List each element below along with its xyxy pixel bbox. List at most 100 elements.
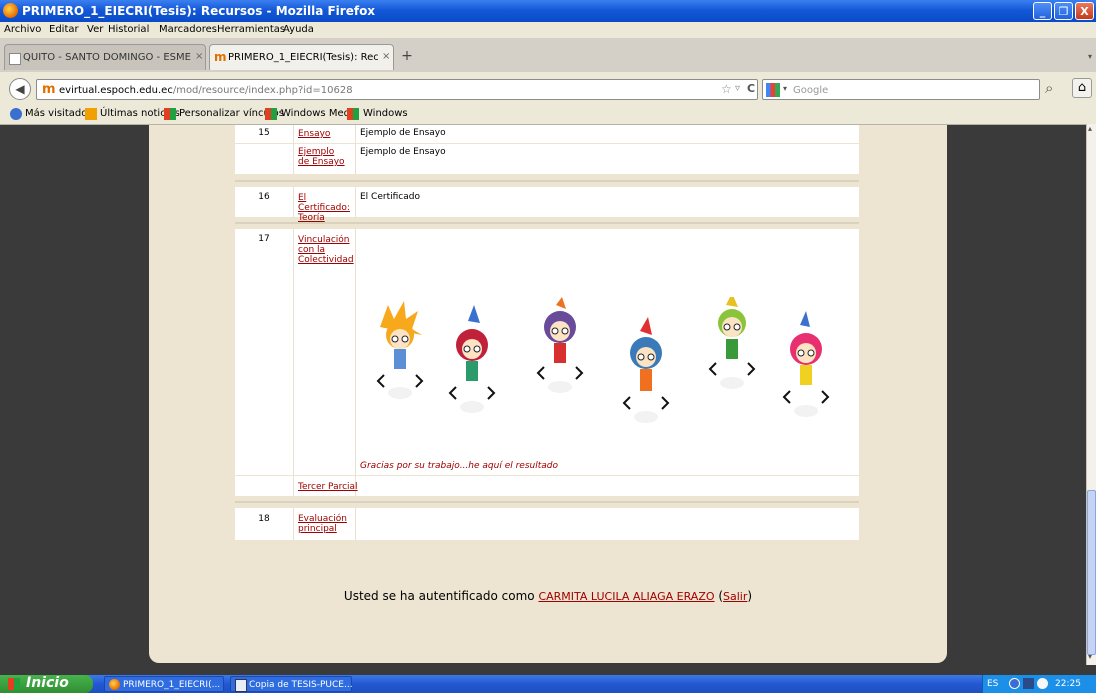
system-tray: ES 22:25 [982, 675, 1096, 693]
language-indicator[interactable]: ES [987, 679, 998, 689]
minimize-button[interactable]: _ [1033, 2, 1052, 20]
google-icon [766, 83, 780, 97]
scrollbar-thumb[interactable] [1087, 490, 1096, 655]
logout-link[interactable]: Salir [723, 590, 747, 603]
topic-number: 15 [258, 128, 270, 138]
taskbar-item-label: Copia de TESIS-PUCE... [249, 680, 353, 690]
kid-figure-6 [782, 311, 830, 417]
home-icon[interactable]: ⌂ [1072, 78, 1092, 98]
dropdown-icon[interactable]: ▿ [735, 83, 740, 94]
firefox-icon [109, 679, 120, 690]
taskbar-item-firefox[interactable]: PRIMERO_1_EIECRI(... [104, 676, 224, 692]
menu-ver[interactable]: Ver [87, 24, 103, 35]
menu-editar[interactable]: Editar [49, 24, 79, 35]
image-caption: Gracias por su trabajo...he aquí el resu… [360, 461, 558, 471]
url-bar[interactable]: m evirtual.espoch.edu.ec/mod/resource/in… [36, 79, 758, 100]
taskbar-item-label: PRIMERO_1_EIECRI(... [123, 680, 221, 690]
network-icon[interactable] [1023, 678, 1034, 689]
bookmark-mas-visitados[interactable]: Más visitados [25, 108, 93, 119]
kid-figure-5 [708, 297, 756, 389]
windows-logo-icon [8, 678, 20, 690]
section-separator [235, 222, 859, 224]
search-placeholder: Google [793, 85, 829, 96]
kid-figure-3 [536, 297, 584, 393]
window-title: PRIMERO_1_EIECRI(Tesis): Recursos - Mozi… [22, 4, 376, 18]
tab-quito-label: QUITO - SANTO DOMINGO - ESMERALDA... [23, 52, 191, 63]
new-tab-button[interactable]: + [398, 48, 416, 66]
resource-description: Ejemplo de Ensayo [360, 147, 446, 157]
document-icon [235, 679, 247, 692]
menu-archivo[interactable]: Archivo [4, 24, 41, 35]
section-separator [235, 180, 859, 182]
resource-link-ensayo[interactable]: Ensayo [298, 129, 330, 139]
url-host: evirtual.espoch.edu.ec [59, 85, 173, 96]
menu-ayuda[interactable]: Ayuda [283, 24, 314, 35]
search-engine-dropdown-icon[interactable]: ▾ [783, 84, 787, 93]
taskbar-item-document[interactable]: Copia de TESIS-PUCE... [230, 676, 353, 692]
windows-flag-icon [265, 108, 277, 120]
back-arrow-icon[interactable]: ◀ [9, 78, 31, 100]
taskbar: Inicio PRIMERO_1_EIECRI(... Copia de TES… [0, 675, 1096, 693]
star-icon[interactable]: ☆ [721, 82, 732, 96]
resource-link-vinculacion-colectividad[interactable]: Vinculación con la Colectividad [298, 235, 356, 265]
tray-arrow-icon[interactable] [1009, 678, 1020, 689]
start-label: Inicio [26, 675, 69, 691]
tab-quito-close-icon[interactable]: × [195, 51, 203, 62]
windows-flag-icon [164, 108, 176, 120]
rss-icon [85, 108, 97, 120]
resource-link-certificado-teoria[interactable]: El Certificado: Teoría [298, 193, 354, 223]
kid-figure-4 [622, 317, 670, 423]
search-box[interactable]: ▾ Google [762, 79, 1040, 100]
page-viewport: 15 Ensayo Ejemplo de Ensayo Ejemplo de E… [0, 125, 1086, 665]
menu-historial[interactable]: Historial [108, 24, 149, 35]
menu-marcadores[interactable]: Marcadores [159, 24, 217, 35]
site-favicon-icon: m [42, 82, 56, 97]
start-button[interactable]: Inicio [0, 675, 93, 693]
topic-number: 18 [258, 514, 270, 524]
resource-description: El Certificado [360, 192, 420, 202]
window-title-bar[interactable]: PRIMERO_1_EIECRI(Tesis): Recursos - Mozi… [0, 0, 1096, 22]
tab-list-icon[interactable]: ▾ [1088, 52, 1092, 61]
resource-description: Ejemplo de Ensayo [360, 128, 446, 138]
section-separator [235, 501, 859, 503]
table-row: Ejemplo de Ensayo Ejemplo de Ensayo [235, 144, 859, 174]
firefox-icon [3, 3, 18, 18]
clock-tray-icon[interactable] [1037, 678, 1048, 689]
tab-primero-recursos[interactable]: m PRIMERO_1_EIECRI(Tesis): Recursos × [209, 44, 394, 70]
login-prefix: Usted se ha autentificado como [343, 589, 539, 603]
table-row: 18 Evaluación principal [235, 508, 859, 540]
resource-link-tercer-parcial[interactable]: Tercer Parcial [298, 482, 358, 492]
table-row: 17 Vinculación con la Colectividad Graci… [235, 229, 859, 475]
kid-figure-2 [448, 305, 496, 413]
resource-link-evaluacion-principal[interactable]: Evaluación principal [298, 514, 348, 534]
resource-link-ejemplo-ensayo[interactable]: Ejemplo de Ensayo [298, 147, 348, 167]
kids-illustration [376, 297, 830, 423]
menu-bar: Archivo Editar Ver Historial Marcadores … [0, 22, 1096, 38]
table-row: Tercer Parcial [235, 476, 859, 496]
bookmarks-bar: Más visitados Últimas noticias Personali… [0, 104, 1096, 125]
login-info: Usted se ha autentificado como CARMITA L… [149, 589, 947, 603]
windows-flag-icon [347, 108, 359, 120]
most-visited-icon [10, 108, 22, 120]
scroll-up-icon[interactable]: ▴ [1088, 124, 1092, 133]
bookmark-windows[interactable]: Windows [363, 108, 408, 119]
tab-quito[interactable]: QUITO - SANTO DOMINGO - ESMERALDA... × [4, 44, 206, 70]
clock-time: 22:25 [1055, 679, 1081, 689]
user-profile-link[interactable]: CARMITA LUCILA ALIAGA ERAZO [538, 590, 714, 603]
topic-number: 16 [258, 192, 270, 202]
table-row: 15 Ensayo Ejemplo de Ensayo [235, 125, 859, 143]
close-button[interactable]: X [1075, 2, 1094, 20]
url-path: /mod/resource/index.php?id=10628 [172, 85, 353, 96]
paren-close: ) [747, 589, 753, 603]
reload-icon[interactable]: C [747, 82, 755, 95]
page-icon [9, 53, 21, 65]
maximize-button[interactable]: ❐ [1054, 2, 1073, 20]
tab-primero-label: PRIMERO_1_EIECRI(Tesis): Recursos [228, 52, 378, 63]
search-magnifier-icon[interactable]: ⌕ [1045, 79, 1053, 97]
course-page: 15 Ensayo Ejemplo de Ensayo Ejemplo de E… [149, 125, 947, 663]
tab-primero-close-icon[interactable]: × [382, 51, 390, 62]
topic-number: 17 [258, 234, 270, 244]
moodle-icon: m [214, 50, 227, 64]
tab-bar: QUITO - SANTO DOMINGO - ESMERALDA... × m… [0, 38, 1096, 72]
menu-herramientas[interactable]: Herramientas [217, 24, 285, 35]
